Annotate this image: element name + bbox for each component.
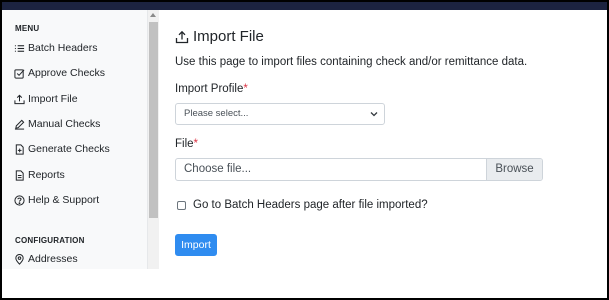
file-input[interactable]: Choose file... Browse (175, 158, 543, 181)
sidebar-item-batch-headers[interactable]: Batch Headers (14, 40, 97, 56)
sidebar-item-import-file[interactable]: Import File (14, 91, 78, 107)
sidebar-item-label: Reports (28, 169, 65, 181)
scrollbar-thumb[interactable] (149, 22, 158, 218)
browse-button[interactable]: Browse (486, 159, 542, 180)
import-button[interactable]: Import (175, 234, 217, 256)
import-profile-select[interactable]: Please select... (175, 103, 385, 125)
map-pin-icon (15, 253, 24, 265)
file-label: File* (175, 138, 198, 150)
page-title: Import File (175, 28, 264, 45)
sidebar-scrollbar[interactable] (148, 10, 159, 269)
redirect-checkbox-row: Go to Batch Headers page after file impo… (177, 199, 428, 211)
sidebar-menu-title: MENU (15, 24, 40, 33)
report-icon (15, 169, 24, 181)
sidebar-configuration-title: CONFIGURATION (15, 236, 85, 245)
sidebar-item-label: Help & Support (28, 194, 100, 206)
chevron-down-icon (370, 112, 378, 117)
sidebar-item-label: Batch Headers (28, 42, 98, 54)
file-generate-icon (15, 143, 24, 155)
upload-icon (175, 30, 189, 43)
sidebar-item-generate-checks[interactable]: Generate Checks (14, 141, 110, 157)
redirect-checkbox-label[interactable]: Go to Batch Headers page after file impo… (193, 199, 428, 211)
sidebar-item-label: Generate Checks (28, 143, 110, 155)
sidebar-item-label: Manual Checks (28, 118, 101, 130)
sidebar-item-addresses[interactable]: Addresses (14, 251, 78, 267)
upload-icon (14, 94, 25, 104)
sidebar-item-help-support[interactable]: Help & Support (14, 192, 99, 208)
scroll-up-arrow-icon[interactable] (150, 13, 156, 17)
sidebar: MENU Batch Headers Approve Checks Import (2, 10, 148, 269)
question-circle-icon (14, 194, 25, 206)
page-description: Use this page to import files containing… (175, 56, 528, 68)
page-title-text: Import File (193, 28, 264, 45)
file-input-placeholder: Choose file... (184, 163, 252, 175)
top-bar (2, 2, 607, 10)
sidebar-item-label: Addresses (28, 253, 78, 265)
import-profile-label-text: Import Profile (175, 83, 244, 95)
sidebar-item-approve-checks[interactable]: Approve Checks (14, 65, 105, 81)
sidebar-item-manual-checks[interactable]: Manual Checks (14, 116, 100, 132)
redirect-checkbox[interactable] (177, 200, 186, 210)
import-profile-label: Import Profile* (175, 83, 248, 95)
sidebar-item-label: Import File (28, 93, 78, 105)
list-icon (14, 44, 25, 52)
sidebar-item-reports[interactable]: Reports (14, 167, 65, 183)
app-window: MENU Batch Headers Approve Checks Import (0, 0, 609, 300)
required-mark: * (193, 138, 199, 150)
sidebar-item-label: Approve Checks (28, 67, 106, 79)
check-square-icon (14, 68, 25, 79)
import-profile-selected-value: Please select... (184, 108, 249, 119)
pencil-icon (14, 119, 25, 130)
file-label-text: File (175, 138, 194, 150)
required-mark: * (243, 83, 248, 95)
